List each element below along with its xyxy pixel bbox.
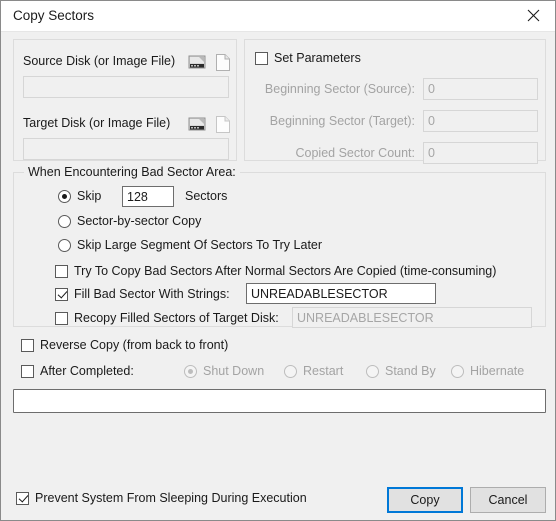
status-log-box[interactable] xyxy=(13,389,546,413)
hard-disk-icon[interactable] xyxy=(187,115,207,133)
checkbox-box xyxy=(55,311,68,325)
skip-sectors-input[interactable]: 128 xyxy=(122,186,174,207)
bad-sector-groupbox: When Encountering Bad Sector Area: Skip … xyxy=(13,165,546,328)
radio-dot xyxy=(58,214,71,228)
try-copy-bad-sectors-label: Try To Copy Bad Sectors After Normal Sec… xyxy=(74,264,497,278)
copy-sectors-dialog: Copy Sectors Source Disk (or Image File) xyxy=(0,0,556,521)
disk-selection-panel: Source Disk (or Image File) Target Disk … xyxy=(13,39,237,161)
radio-restart-label: Restart xyxy=(303,364,344,378)
reverse-copy-checkbox[interactable]: Reverse Copy (from back to front) xyxy=(21,338,228,352)
fill-bad-sector-input[interactable]: UNREADABLESECTOR xyxy=(246,283,436,304)
close-icon[interactable] xyxy=(511,1,555,30)
radio-skip-large-segment[interactable]: Skip Large Segment Of Sectors To Try Lat… xyxy=(58,238,322,252)
set-parameters-panel: Set Parameters Beginning Sector (Source)… xyxy=(244,39,546,164)
source-disk-label: Source Disk (or Image File) xyxy=(23,54,176,68)
target-disk-label: Target Disk (or Image File) xyxy=(23,116,171,130)
beginning-sector-target-input[interactable]: 0 xyxy=(423,110,538,132)
fill-bad-sector-checkbox[interactable]: Fill Bad Sector With Strings: xyxy=(55,287,230,301)
cancel-button[interactable]: Cancel xyxy=(470,487,546,513)
checkbox-box xyxy=(255,51,268,65)
bad-sector-groupbox-title: When Encountering Bad Sector Area: xyxy=(24,165,240,179)
radio-stand-by-label: Stand By xyxy=(385,364,436,378)
reverse-copy-label: Reverse Copy (from back to front) xyxy=(40,338,229,352)
prevent-sleep-label: Prevent System From Sleeping During Exec… xyxy=(35,491,307,505)
radio-shut-down[interactable]: Shut Down xyxy=(184,364,264,378)
radio-dot xyxy=(184,364,197,378)
try-copy-bad-sectors-checkbox[interactable]: Try To Copy Bad Sectors After Normal Sec… xyxy=(55,264,496,278)
after-completed-checkbox[interactable]: After Completed: xyxy=(21,364,134,378)
fill-bad-sector-label: Fill Bad Sector With Strings: xyxy=(74,287,230,301)
checkbox-box xyxy=(16,491,29,505)
copy-button[interactable]: Copy xyxy=(387,487,463,513)
after-completed-label: After Completed: xyxy=(40,364,134,378)
radio-restart[interactable]: Restart xyxy=(284,364,343,378)
titlebar: Copy Sectors xyxy=(1,1,555,32)
radio-stand-by[interactable]: Stand By xyxy=(366,364,436,378)
radio-skip[interactable]: Skip xyxy=(58,189,101,203)
radio-skip-large-segment-label: Skip Large Segment Of Sectors To Try Lat… xyxy=(77,238,323,252)
recopy-filled-sectors-checkbox[interactable]: Recopy Filled Sectors of Target Disk: xyxy=(55,311,279,325)
radio-dot xyxy=(58,189,71,203)
prevent-sleep-checkbox[interactable]: Prevent System From Sleeping During Exec… xyxy=(16,491,307,505)
radio-dot xyxy=(58,238,71,252)
recopy-filled-sectors-input[interactable]: UNREADABLESECTOR xyxy=(292,307,532,328)
file-icon[interactable] xyxy=(213,115,233,133)
skip-sectors-units: Sectors xyxy=(185,189,228,203)
copied-sector-count-label: Copied Sector Count: xyxy=(295,146,415,160)
radio-dot xyxy=(284,364,297,378)
set-parameters-checkbox[interactable]: Set Parameters xyxy=(255,51,361,65)
window-title: Copy Sectors xyxy=(13,8,95,23)
checkbox-box xyxy=(55,287,68,301)
hard-disk-icon[interactable] xyxy=(187,53,207,71)
checkbox-box xyxy=(55,264,68,278)
checkbox-box xyxy=(21,338,34,352)
radio-dot xyxy=(451,364,464,378)
copied-sector-count-input[interactable]: 0 xyxy=(423,142,538,164)
radio-shut-down-label: Shut Down xyxy=(203,364,265,378)
radio-sector-by-sector-label: Sector-by-sector Copy xyxy=(77,214,202,228)
target-disk-input[interactable] xyxy=(23,138,229,160)
beginning-sector-target-label: Beginning Sector (Target): xyxy=(269,114,415,128)
radio-skip-label: Skip xyxy=(77,189,102,203)
beginning-sector-source-input[interactable]: 0 xyxy=(423,78,538,100)
beginning-sector-source-label: Beginning Sector (Source): xyxy=(264,82,415,96)
recopy-filled-sectors-label: Recopy Filled Sectors of Target Disk: xyxy=(74,311,279,325)
source-disk-input[interactable] xyxy=(23,76,229,98)
radio-hibernate-label: Hibernate xyxy=(470,364,525,378)
file-icon[interactable] xyxy=(213,53,233,71)
radio-hibernate[interactable]: Hibernate xyxy=(451,364,524,378)
radio-sector-by-sector[interactable]: Sector-by-sector Copy xyxy=(58,214,201,228)
radio-dot xyxy=(366,364,379,378)
checkbox-box xyxy=(21,364,34,378)
set-parameters-label: Set Parameters xyxy=(274,51,361,65)
